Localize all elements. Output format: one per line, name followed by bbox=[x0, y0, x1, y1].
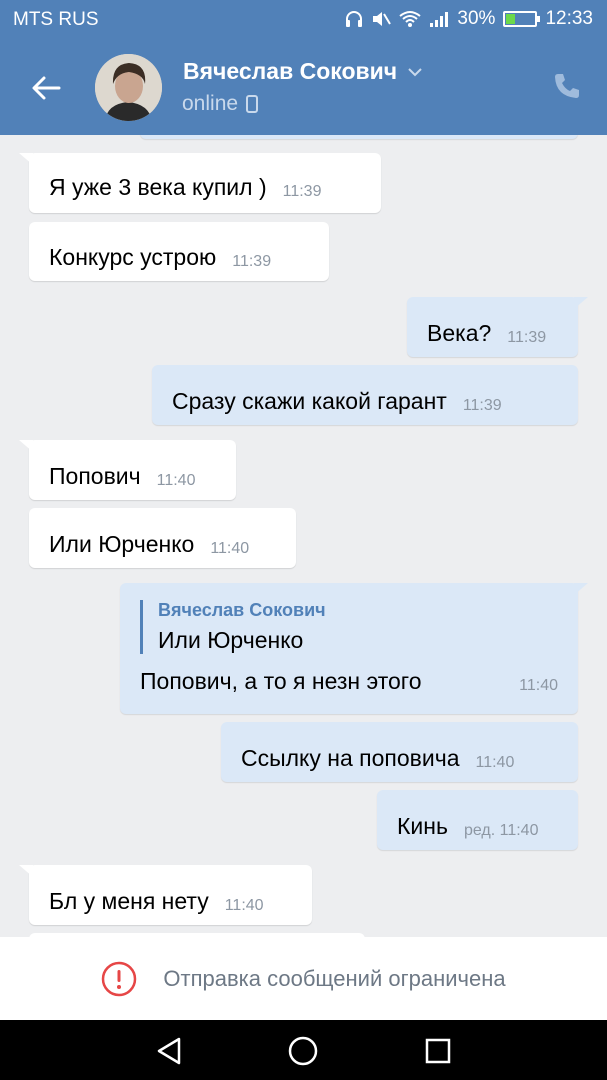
messaging-restricted-banner: Отправка сообщений ограничена bbox=[0, 937, 607, 1020]
chevron-down-icon[interactable] bbox=[407, 67, 423, 77]
nav-home-icon bbox=[288, 1036, 318, 1066]
restricted-text: Отправка сообщений ограничена bbox=[163, 965, 506, 991]
message-time: 11:40 bbox=[210, 540, 250, 557]
nav-recents-button[interactable] bbox=[421, 1034, 455, 1068]
message-bubble-outgoing[interactable]: Кинь ред. 11:40 bbox=[377, 790, 578, 850]
message-text: Попович bbox=[49, 463, 141, 489]
message-bubble-outgoing[interactable]: Века? 11:39 bbox=[407, 297, 588, 357]
message-time: 11:39 bbox=[462, 397, 502, 414]
headphones-icon bbox=[346, 11, 363, 27]
quote-text: Или Юрченко bbox=[158, 627, 304, 653]
online-label: online bbox=[182, 92, 239, 115]
clock: 12:33 bbox=[545, 8, 593, 29]
system-nav-bar bbox=[0, 1020, 607, 1080]
avatar[interactable] bbox=[95, 54, 162, 121]
phone-icon bbox=[555, 74, 579, 98]
mute-icon bbox=[373, 12, 392, 26]
message-bubble-incoming[interactable]: Конкурс устрою 11:39 bbox=[29, 222, 329, 281]
message-time: 11:39 bbox=[282, 183, 322, 200]
message-time: 11:40 bbox=[156, 472, 196, 489]
nav-home-button[interactable] bbox=[286, 1034, 320, 1068]
battery-icon bbox=[503, 11, 541, 27]
back-arrow-icon bbox=[32, 76, 61, 100]
message-bubble-incoming[interactable]: Бл у меня нету 11:40 bbox=[19, 865, 312, 925]
quoted-message[interactable]: Вячеслав Сокович Или Юрченко bbox=[140, 600, 558, 654]
contact-name[interactable]: Вячеслав Сокович bbox=[183, 58, 423, 85]
message-text: Попович, а то я незн этого bbox=[140, 668, 422, 694]
message-bubble-partial bbox=[140, 135, 578, 139]
message-text: Или Юрченко bbox=[49, 531, 195, 557]
nav-back-button[interactable] bbox=[152, 1034, 186, 1068]
avatar-image bbox=[95, 54, 162, 121]
message-bubble-outgoing[interactable]: Ссылку на поповича 11:40 bbox=[221, 722, 578, 782]
message-text: Ссылку на поповича bbox=[241, 745, 460, 771]
message-time: ред. 11:40 bbox=[463, 822, 539, 839]
contact-name-label: Вячеслав Сокович bbox=[183, 58, 398, 84]
message-text: Сразу скажи какой гарант bbox=[172, 388, 447, 414]
message-bubble-incoming[interactable]: Я уже 3 века купил ) 11:39 bbox=[19, 153, 381, 213]
message-time: 11:40 bbox=[475, 754, 515, 771]
signal-icon bbox=[430, 12, 449, 27]
nav-recents-icon bbox=[425, 1038, 451, 1064]
carrier-label: MTS RUS bbox=[13, 9, 99, 30]
chat-header: Вячеслав Сокович online bbox=[0, 40, 607, 135]
message-time: 11:40 bbox=[224, 897, 264, 914]
message-time: 11:39 bbox=[232, 253, 272, 270]
mobile-icon bbox=[246, 95, 259, 113]
status-bar: MTS RUS 30% 12:33 bbox=[0, 0, 607, 40]
quote-author: Вячеслав Сокович bbox=[158, 600, 326, 620]
message-text: Бл у меня нету bbox=[49, 888, 209, 914]
battery-percent: 30% bbox=[457, 8, 496, 29]
message-time: 11:40 bbox=[519, 677, 558, 694]
message-text: Века? bbox=[427, 320, 492, 346]
message-bubble-reply[interactable]: Вячеслав Сокович Или Юрченко Попович, а … bbox=[120, 583, 588, 714]
message-text: Кинь bbox=[397, 813, 448, 839]
message-text: Конкурс устрою bbox=[49, 244, 217, 270]
call-button[interactable] bbox=[549, 68, 585, 104]
message-bubble-incoming[interactable]: Попович 11:40 bbox=[19, 440, 236, 500]
message-bubble-incoming[interactable]: Или Юрченко 11:40 bbox=[29, 508, 296, 568]
wifi-icon bbox=[399, 11, 422, 27]
message-bubble-outgoing[interactable]: Сразу скажи какой гарант 11:39 bbox=[152, 365, 578, 425]
message-text: Я уже 3 века купил ) bbox=[49, 174, 267, 200]
message-list[interactable]: Я уже 3 века купил ) 11:39 Конкурс устро… bbox=[0, 135, 607, 937]
back-button[interactable] bbox=[22, 64, 70, 112]
online-status: online bbox=[182, 92, 259, 116]
nav-back-icon bbox=[157, 1037, 181, 1065]
alert-icon bbox=[102, 961, 137, 996]
message-time: 11:39 bbox=[507, 329, 547, 346]
